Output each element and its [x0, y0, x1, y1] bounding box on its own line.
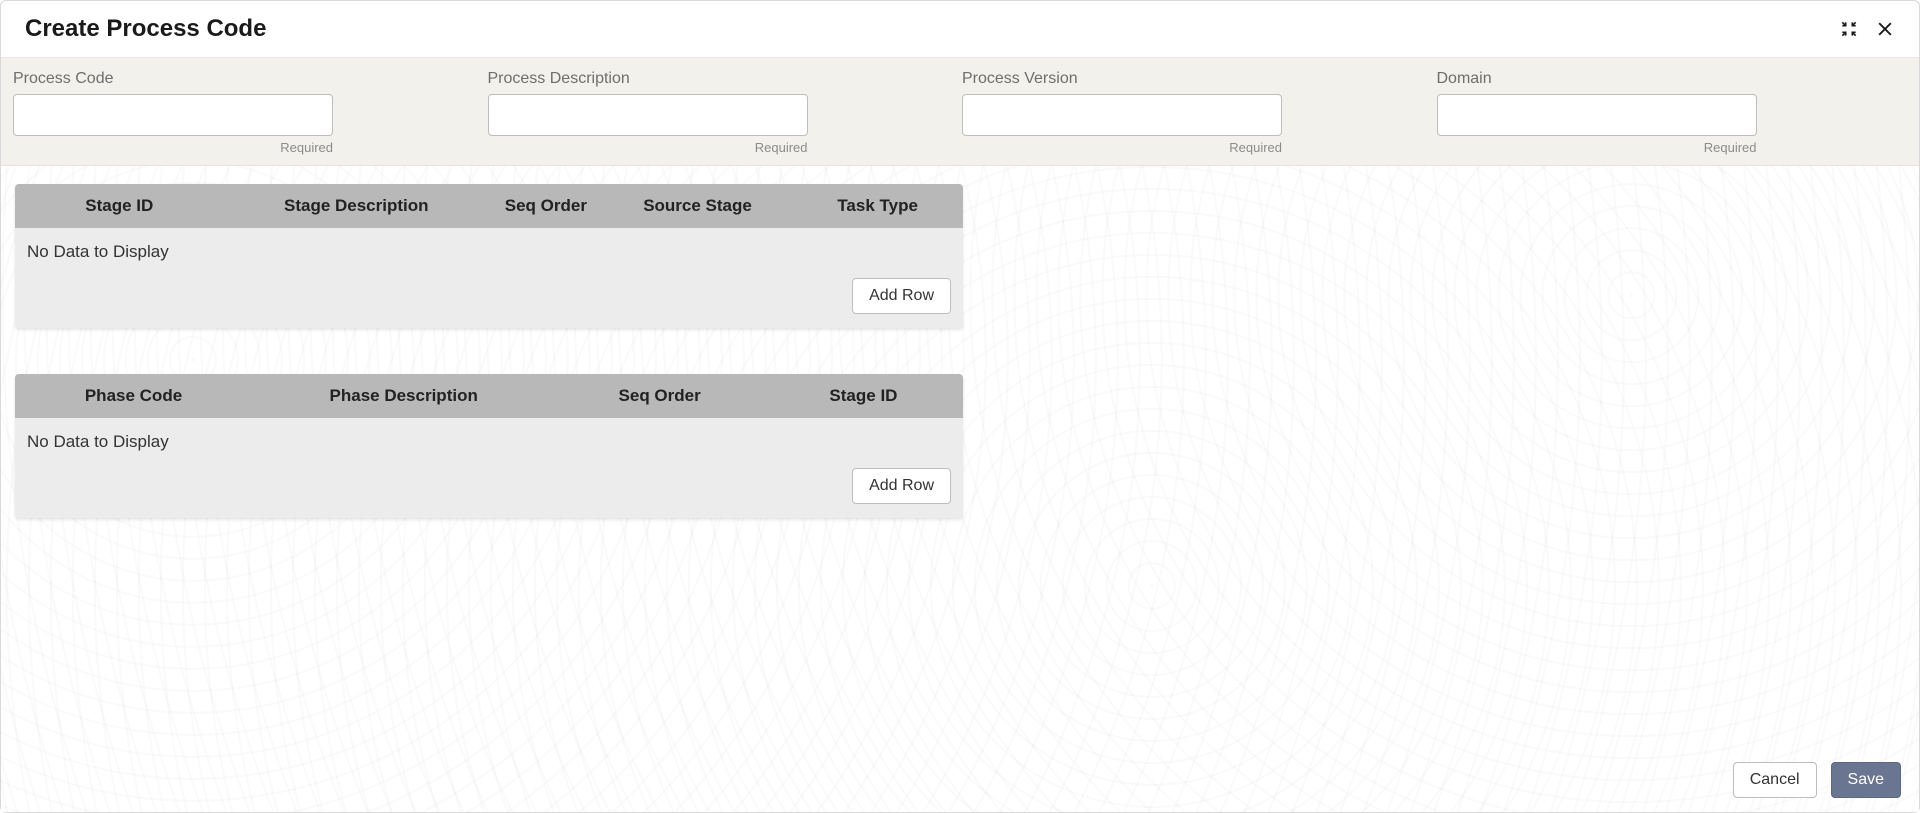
restore-window-icon[interactable] — [1835, 15, 1863, 43]
create-process-code-dialog: Create Process Code Process Code Require… — [0, 0, 1920, 813]
process-description-field: Process Description Required — [486, 70, 961, 155]
stages-empty-text: No Data to Display — [15, 228, 963, 268]
process-version-label: Process Version — [962, 70, 1433, 88]
process-version-field: Process Version Required — [960, 70, 1435, 155]
form-row: Process Code Required Process Descriptio… — [1, 58, 1919, 166]
cancel-button[interactable]: Cancel — [1733, 762, 1817, 798]
process-code-label: Process Code — [13, 70, 484, 88]
close-icon[interactable] — [1871, 15, 1899, 43]
phases-col-phase-desc: Phase Description — [252, 374, 555, 418]
process-code-required-hint: Required — [13, 140, 333, 155]
dialog-footer: Cancel Save — [1, 748, 1919, 812]
process-description-label: Process Description — [488, 70, 959, 88]
dialog-body: Stage ID Stage Description Seq Order Sou… — [1, 166, 1919, 812]
process-code-field: Process Code Required — [11, 70, 486, 155]
phases-table-panel: Phase Code Phase Description Seq Order S… — [15, 374, 963, 518]
phases-empty-text: No Data to Display — [15, 418, 963, 458]
stages-col-seq-order: Seq Order — [489, 184, 603, 228]
process-description-input[interactable] — [488, 94, 808, 136]
domain-field: Domain Required — [1435, 70, 1910, 155]
phases-table-header: Phase Code Phase Description Seq Order S… — [15, 374, 963, 418]
phases-col-phase-code: Phase Code — [15, 374, 252, 418]
process-version-required-hint: Required — [962, 140, 1282, 155]
phases-actions: Add Row — [15, 458, 963, 518]
process-code-input[interactable] — [13, 94, 333, 136]
phases-col-stage-id: Stage ID — [764, 374, 963, 418]
phases-col-seq-order: Seq Order — [555, 374, 764, 418]
stages-table-header: Stage ID Stage Description Seq Order Sou… — [15, 184, 963, 228]
stages-col-task-type: Task Type — [792, 184, 963, 228]
process-description-required-hint: Required — [488, 140, 808, 155]
phases-add-row-button[interactable]: Add Row — [852, 468, 951, 504]
domain-input[interactable] — [1437, 94, 1757, 136]
save-button[interactable]: Save — [1831, 762, 1901, 798]
process-version-input[interactable] — [962, 94, 1282, 136]
domain-required-hint: Required — [1437, 140, 1757, 155]
domain-label: Domain — [1437, 70, 1908, 88]
stages-col-stage-id: Stage ID — [15, 184, 224, 228]
stages-col-stage-desc: Stage Description — [224, 184, 489, 228]
stages-actions: Add Row — [15, 268, 963, 328]
stages-table-panel: Stage ID Stage Description Seq Order Sou… — [15, 184, 963, 328]
dialog-title: Create Process Code — [25, 15, 1827, 43]
stages-col-source-stage: Source Stage — [603, 184, 793, 228]
dialog-header: Create Process Code — [1, 1, 1919, 58]
stages-add-row-button[interactable]: Add Row — [852, 278, 951, 314]
